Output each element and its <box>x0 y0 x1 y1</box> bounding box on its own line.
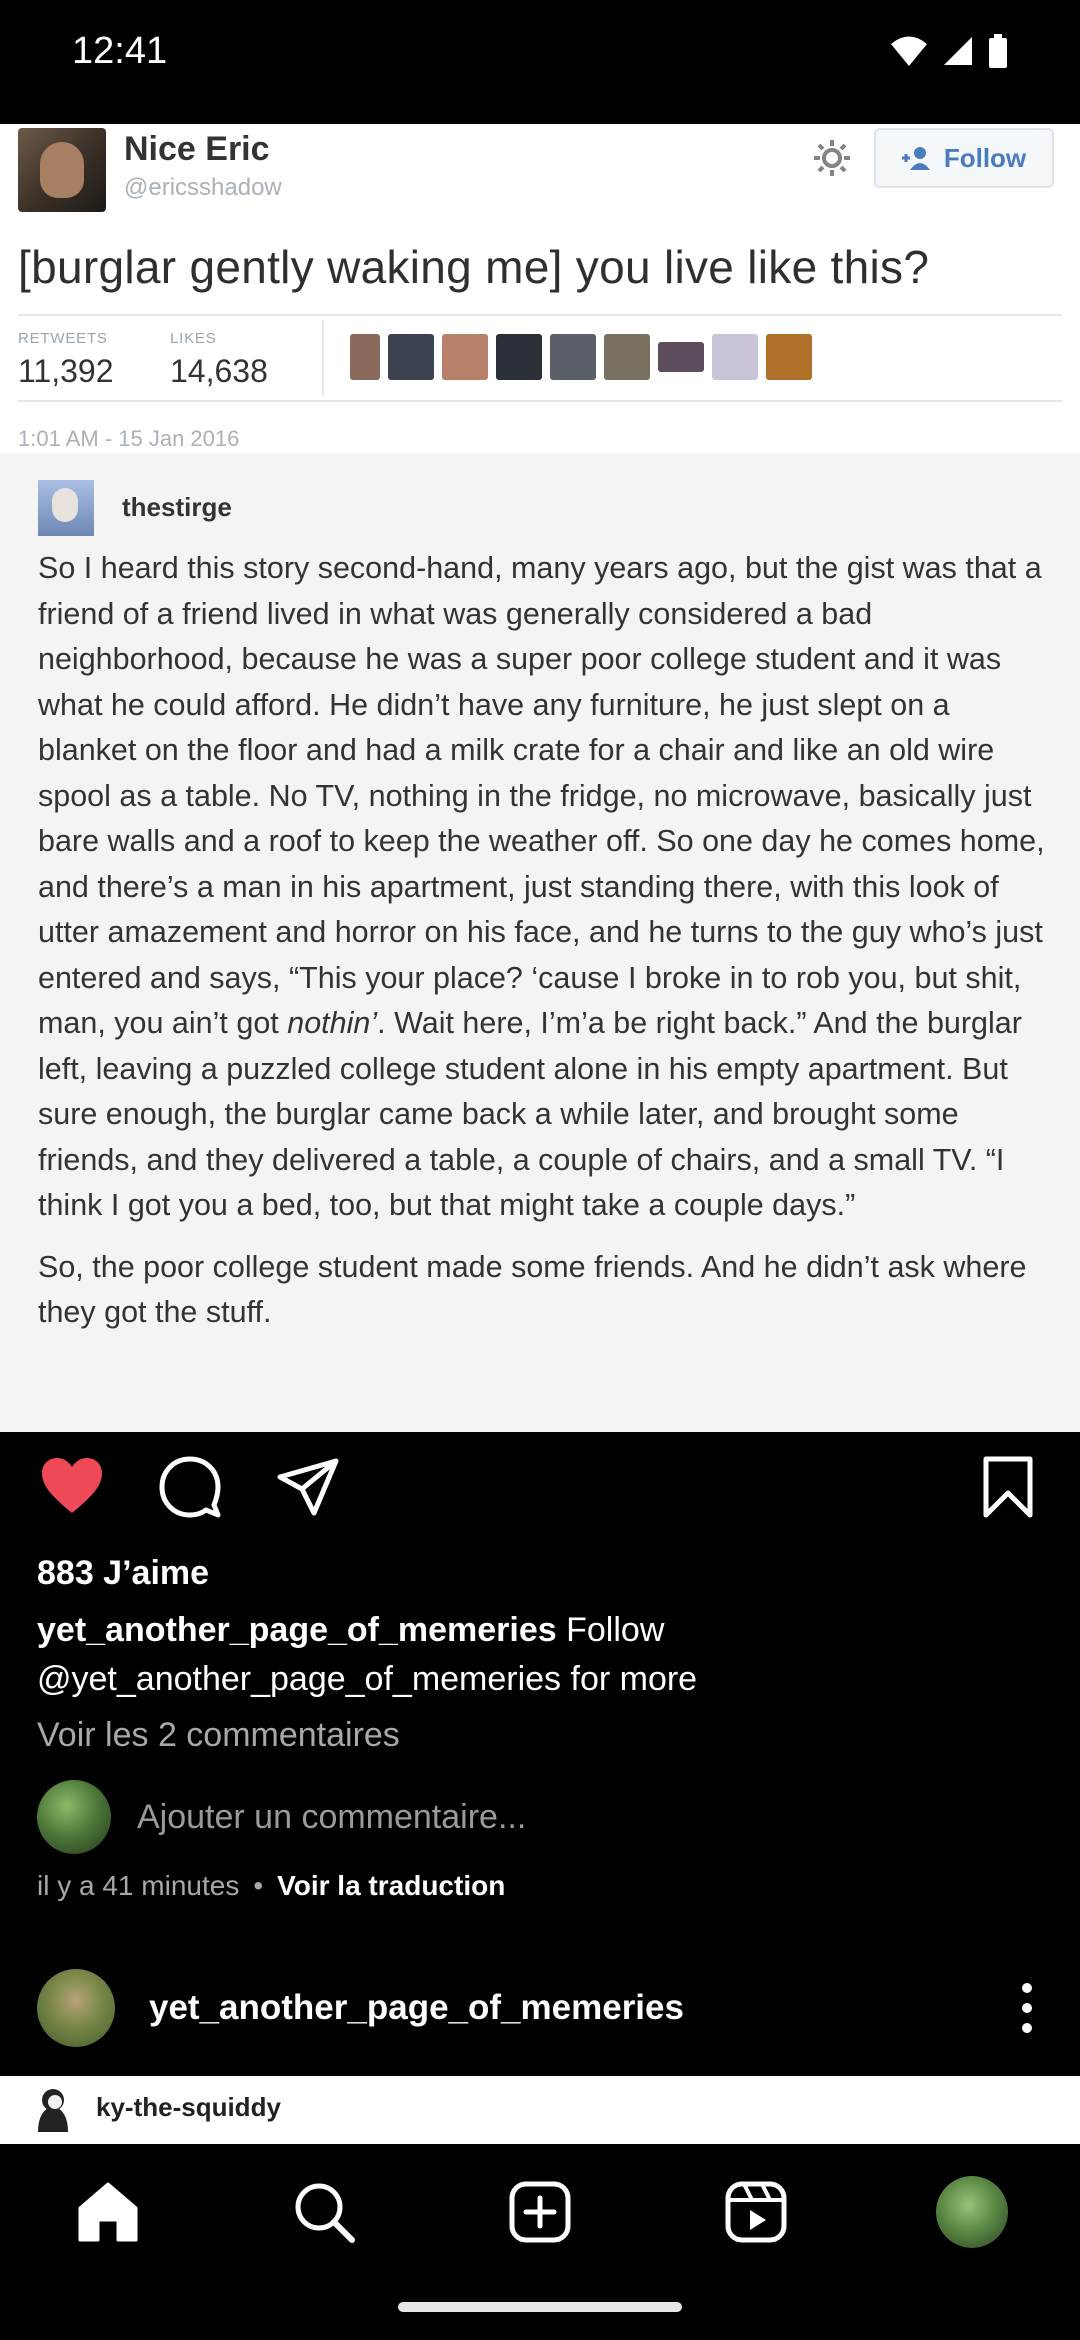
tweet-author-name: Nice Eric <box>124 130 270 168</box>
reels-icon <box>725 2181 787 2243</box>
divider <box>18 400 1062 402</box>
retweets-stat: RETWEETS 11,392 <box>18 330 114 390</box>
search-icon <box>295 2183 355 2243</box>
strip-avatar <box>26 2082 80 2136</box>
likes-count[interactable]: 883 J’aime <box>37 1554 209 1593</box>
tumblr-post: thestirge So I heard this story second-h… <box>0 454 1080 1432</box>
wifi-icon <box>891 36 927 66</box>
tumblr-username: thestirge <box>122 492 232 522</box>
translate-link[interactable]: Voir la traduction <box>277 1870 505 1902</box>
tweet-follow-label: Follow <box>943 142 1027 173</box>
avatar <box>37 1780 111 1854</box>
likes-stat: LIKES 14,638 <box>170 330 268 390</box>
more-options-icon[interactable] <box>1007 1978 1047 2038</box>
liker-avatar <box>388 334 434 380</box>
tweet-text: [burglar gently waking me] you live like… <box>18 241 930 293</box>
tumblr-text: So I heard this story second-hand, many … <box>38 551 1045 1040</box>
liker-avatar <box>766 334 812 380</box>
comment-icon[interactable] <box>158 1455 222 1519</box>
liker-avatar <box>658 342 704 372</box>
bottom-navigation <box>0 2144 1080 2340</box>
share-icon[interactable] <box>276 1455 340 1519</box>
post-timestamp: il y a 41 minutes <box>37 1870 240 1901</box>
tumblr-paragraph: So I heard this story second-hand, many … <box>38 546 1048 1229</box>
next-post-username[interactable]: yet_another_page_of_memeries <box>149 1988 973 2028</box>
divider <box>18 314 1062 316</box>
post-actions <box>0 1455 1080 1527</box>
next-post-header: yet_another_page_of_memeries <box>37 1968 1047 2048</box>
likers-avatars <box>350 334 812 380</box>
nav-reels[interactable] <box>720 2176 792 2248</box>
status-time: 12:41 <box>72 30 168 72</box>
retweets-value: 11,392 <box>18 353 114 389</box>
liker-avatar <box>496 334 542 380</box>
add-user-icon <box>901 147 930 170</box>
liker-avatar <box>712 334 758 380</box>
liker-avatar <box>604 334 650 380</box>
tweet-follow-button: Follow <box>874 128 1054 188</box>
add-post-icon <box>509 2181 571 2243</box>
next-post-image-top[interactable]: ky-the-squiddy <box>0 2076 1080 2144</box>
post-caption: yet_another_page_of_memeries Follow @yet… <box>37 1606 1047 1704</box>
tweet-date: 1:01 AM - 15 Jan 2016 <box>18 426 240 451</box>
add-comment-row[interactable]: Ajouter un commentaire... <box>37 1780 526 1854</box>
gear-icon <box>814 140 850 176</box>
likes-value: 14,638 <box>170 353 268 389</box>
nav-create[interactable] <box>504 2176 576 2248</box>
liker-avatar <box>442 334 488 380</box>
post-image[interactable]: Nice Eric @ericsshadow Follow [burglar g… <box>0 124 1080 1432</box>
divider <box>322 320 324 396</box>
comment-input[interactable]: Ajouter un commentaire... <box>137 1798 526 1837</box>
tweet-screenshot: Nice Eric @ericsshadow Follow [burglar g… <box>0 124 1080 454</box>
tweet-avatar <box>18 128 106 212</box>
liker-avatar <box>550 334 596 380</box>
nav-home[interactable] <box>72 2176 144 2248</box>
caption-username[interactable]: yet_another_page_of_memeries <box>37 1611 557 1649</box>
signal-icon <box>944 37 972 65</box>
bookmark-icon[interactable] <box>976 1455 1040 1519</box>
view-comments-link[interactable]: Voir les 2 commentaires <box>37 1716 400 1755</box>
nav-search[interactable] <box>288 2176 360 2248</box>
tumblr-avatar <box>38 480 94 536</box>
separator-dot: • <box>253 1870 264 1901</box>
status-bar: 12:41 <box>0 0 1080 108</box>
home-indicator[interactable] <box>398 2302 682 2312</box>
liker-avatar <box>350 334 380 380</box>
tumblr-emphasis: nothin’ <box>287 1006 378 1040</box>
avatar[interactable] <box>37 1969 115 2047</box>
post-meta: il y a 41 minutes • Voir la traduction <box>37 1870 505 1902</box>
nav-profile[interactable] <box>936 2176 1008 2248</box>
likes-label: LIKES <box>170 330 217 347</box>
battery-icon <box>989 34 1007 68</box>
tumblr-paragraph: So, the poor college student made some f… <box>38 1249 1027 1330</box>
tumblr-body: So I heard this story second-hand, many … <box>38 546 1048 1352</box>
profile-avatar <box>936 2176 1008 2248</box>
status-icons <box>890 34 1008 68</box>
home-icon <box>78 2182 138 2242</box>
tweet-author-handle: @ericsshadow <box>124 174 282 201</box>
retweets-label: RETWEETS <box>18 330 108 347</box>
heart-icon[interactable] <box>40 1455 104 1519</box>
strip-username: ky-the-squiddy <box>96 2092 281 2122</box>
